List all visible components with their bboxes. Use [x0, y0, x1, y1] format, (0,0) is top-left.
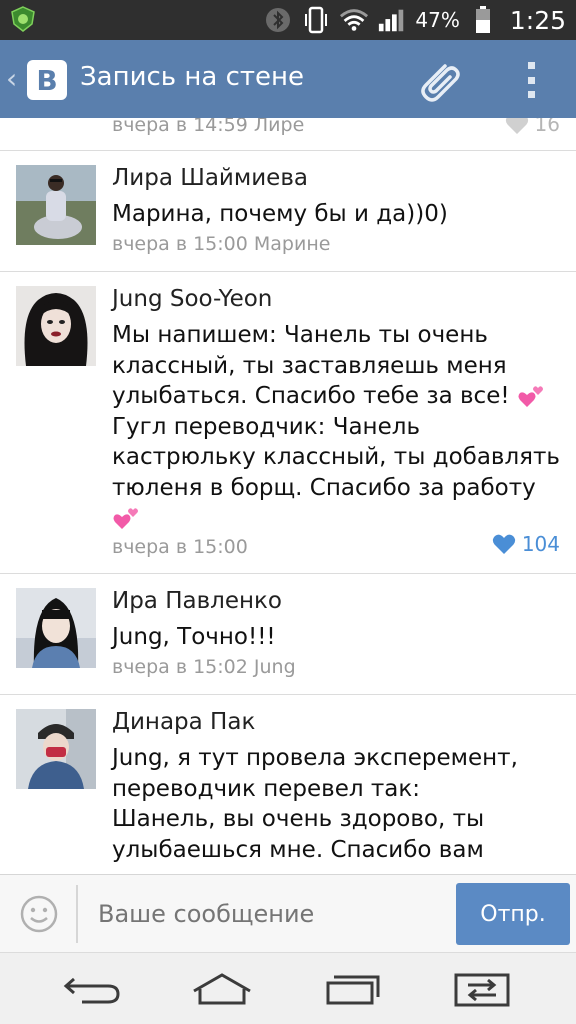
comment-text: Мы напишем: Чанель ты очень классный, ты… — [112, 320, 562, 534]
comment-text-line: кастрюльку классный, ты добавлять — [112, 444, 560, 470]
vk-logo[interactable]: B — [27, 60, 67, 100]
status-bar: 47% 1:25 — [0, 0, 576, 40]
avatar[interactable] — [16, 286, 96, 366]
input-divider — [76, 885, 78, 943]
comment-text-emoji-line — [112, 503, 562, 534]
avatar[interactable] — [16, 165, 96, 245]
message-input-bar: Отпр. — [0, 874, 576, 952]
recent-apps-icon[interactable] — [322, 969, 386, 1009]
list-item[interactable]: Jung Soo-Yeon Мы напишем: Чанель ты очен… — [0, 272, 576, 574]
comment-meta[interactable]: вчера в 15:02 Jung — [112, 656, 296, 678]
system-nav-bar — [0, 952, 576, 1024]
heart-icon — [505, 118, 528, 134]
comment-list[interactable]: вчера в 14:59 Лире 16 Лира Шаймиева Мари… — [0, 118, 576, 874]
wifi-icon — [339, 5, 369, 35]
page-title: Запись на стене — [80, 62, 305, 92]
comment-text: Jung, Точно!!! — [112, 624, 276, 650]
comment-text-line: Шанель, вы очень здорово, ты — [112, 806, 485, 832]
comment-text-line: Jung, я тут провела эксперемент, — [112, 745, 518, 771]
list-item[interactable]: Динара Пак Jung, я тут провела экспереме… — [0, 695, 576, 874]
battery-percent: 47% — [415, 8, 460, 32]
paperclip-icon[interactable] — [412, 54, 464, 106]
like-button[interactable]: 16 — [505, 118, 560, 136]
like-count: 104 — [521, 532, 560, 556]
vibrate-icon — [301, 5, 331, 35]
message-input[interactable] — [84, 889, 444, 939]
comment-author[interactable]: Динара Пак — [112, 709, 255, 735]
like-button[interactable]: 104 — [492, 532, 560, 556]
send-button[interactable]: Отпр. — [456, 883, 570, 945]
comment-meta[interactable]: вчера в 15:00 Марине — [112, 233, 330, 255]
comment-meta[interactable]: вчера в 15:00 — [112, 536, 248, 558]
comment-text-line: тюленя в борщ. Спасибо за работу — [112, 474, 536, 501]
comment-text-line: улыбаешься мне. Спасибо вам — [112, 836, 484, 863]
comment-text-line: Гугл переводчик: Чанель — [112, 413, 420, 440]
clock: 1:25 — [509, 5, 566, 35]
comment-text-line: улыбаться. Спасибо тебе за все! — [112, 383, 510, 409]
comment-text-line: Мы напишем: Чанель ты очень — [112, 322, 488, 348]
comment-meta[interactable]: вчера в 14:59 Лире — [112, 118, 304, 136]
list-item: вчера в 14:59 Лире 16 — [0, 118, 576, 151]
two-hearts-emoji-icon — [113, 507, 138, 529]
comment-author[interactable]: Ира Павленко — [112, 588, 282, 614]
list-item[interactable]: Ира Павленко Jung, Точно!!! вчера в 15:0… — [0, 574, 576, 695]
two-hearts-emoji-icon — [518, 385, 543, 407]
back-chevron-icon[interactable]: ‹ — [6, 62, 17, 95]
comment-author[interactable]: Лира Шаймиева — [112, 165, 308, 191]
app-shield-icon — [11, 6, 35, 32]
back-icon[interactable] — [60, 969, 124, 1009]
comment-author[interactable]: Jung Soo-Yeon — [112, 286, 272, 312]
avatar[interactable] — [16, 709, 96, 789]
signal-icon — [377, 5, 407, 35]
smiley-icon[interactable] — [20, 895, 58, 933]
battery-icon — [468, 5, 498, 35]
comment-text-line: переводчик перевел так: — [112, 775, 420, 802]
heart-icon — [492, 534, 515, 554]
comment-text: Марина, почему бы и да))0) — [112, 201, 448, 227]
bluetooth-icon — [263, 5, 293, 35]
list-item[interactable]: Лира Шаймиева Марина, почему бы и да))0)… — [0, 151, 576, 272]
app-bar: ‹ B Запись на стене — [0, 40, 576, 118]
comment-text: Jung, я тут провела эксперемент, перевод… — [112, 743, 562, 865]
avatar[interactable] — [16, 588, 96, 668]
overflow-menu-icon[interactable] — [518, 60, 544, 100]
comment-text-line-wrap: улыбаться. Спасибо тебе за все! — [112, 381, 562, 412]
home-icon[interactable] — [190, 969, 254, 1009]
comment-text-line: классный, ты заставляешь меня — [112, 352, 507, 379]
switch-icon[interactable] — [450, 969, 514, 1009]
like-count: 16 — [534, 118, 560, 136]
